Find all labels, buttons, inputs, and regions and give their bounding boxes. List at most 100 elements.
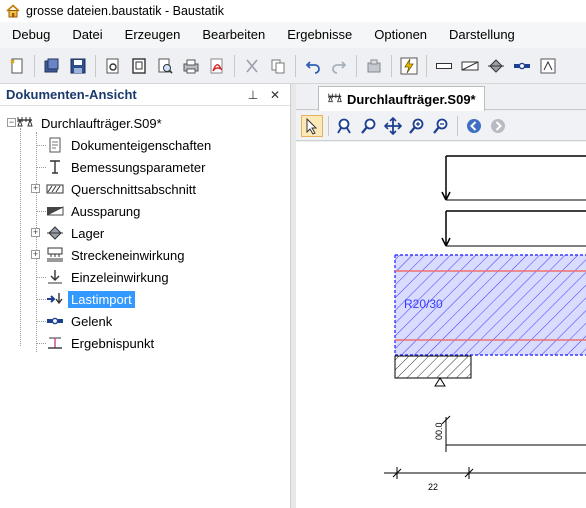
cut-icon[interactable]: [241, 55, 263, 77]
window-title: grosse dateien.baustatik - Baustatik: [26, 4, 225, 18]
distributed-load-icon: [46, 247, 64, 263]
zoom-out-icon[interactable]: [430, 115, 452, 137]
open-icon[interactable]: [41, 55, 63, 77]
tree-item-label: Dokumenteigenschaften: [71, 137, 212, 153]
tree-item-lastimport[interactable]: Lastimport: [0, 288, 290, 310]
back-icon[interactable]: [463, 115, 485, 137]
menu-bearbeiten[interactable]: Bearbeiten: [191, 22, 276, 48]
document-tree: − Durchlaufträger.S09* Dokumenteigenscha…: [0, 106, 290, 354]
calc-icon[interactable]: [363, 55, 385, 77]
toolbar-separator: [356, 54, 357, 77]
redo-icon[interactable]: [328, 55, 350, 77]
expand-icon[interactable]: +: [31, 184, 40, 193]
tree-item-label: Lastimport: [68, 290, 135, 308]
tree-item-label: Lager: [71, 225, 105, 241]
parameter-icon: [46, 159, 64, 175]
hinge-icon[interactable]: [511, 55, 533, 77]
lightning-icon[interactable]: [398, 55, 420, 77]
zoom-window-icon[interactable]: [334, 115, 356, 137]
pan-icon[interactable]: [382, 115, 404, 137]
load-block-lower: [441, 210, 586, 247]
save-icon[interactable]: [67, 55, 89, 77]
vertical-dimension-label: 00.0: [434, 422, 444, 440]
tree-item-einzeleinwirkung[interactable]: Einzeleinwirkung: [0, 266, 290, 288]
expand-icon[interactable]: +: [31, 250, 40, 259]
menu-optionen[interactable]: Optionen: [363, 22, 438, 48]
panel-header: Dokumenten-Ansicht ⊥ ✕: [0, 84, 290, 106]
print-icon[interactable]: [180, 55, 202, 77]
tab-label: Durchlaufträger.S09*: [347, 91, 476, 107]
home-app-icon: [6, 4, 20, 18]
zoom-icon[interactable]: [358, 115, 380, 137]
tree-item-label: Einzeleinwirkung: [71, 269, 169, 285]
zoom-in-icon[interactable]: [406, 115, 428, 137]
print-preview-icon[interactable]: [154, 55, 176, 77]
horizontal-dimension-label: 22: [428, 482, 438, 492]
document-toolbar: [296, 111, 586, 141]
menu-debug[interactable]: Debug: [0, 22, 61, 48]
tree-item-lager[interactable]: + Lager: [0, 222, 290, 244]
beam-system-icon: [328, 93, 342, 103]
point-load-icon: [46, 269, 64, 285]
expand-icon[interactable]: +: [31, 228, 40, 237]
load-block-upper: [441, 155, 586, 201]
tree-item-streckeneinwirkung[interactable]: + Streckeneinwirkung: [0, 244, 290, 266]
toolbar-separator: [457, 115, 458, 136]
drawing-canvas[interactable]: R20/30 00.0 22: [296, 142, 586, 508]
collapse-icon[interactable]: −: [7, 118, 16, 127]
document-view-panel: Dokumenten-Ansicht ⊥ ✕ − Durchlaufträger…: [0, 84, 291, 508]
tree-connector: [36, 299, 46, 300]
document-icon: [46, 137, 64, 153]
copy-icon[interactable]: [267, 55, 289, 77]
forward-icon[interactable]: [487, 115, 509, 137]
section-label: R20/30: [404, 297, 443, 311]
support-block: [394, 355, 472, 387]
menu-datei[interactable]: Datei: [61, 22, 113, 48]
beam-icon[interactable]: [433, 55, 455, 77]
opening-icon: [46, 203, 64, 219]
tree-connector: [36, 343, 46, 344]
pointer-icon[interactable]: [301, 114, 323, 137]
new-icon[interactable]: [6, 55, 28, 77]
preview-icon[interactable]: [102, 55, 124, 77]
beam-section: R20/30: [394, 254, 586, 356]
pin-icon[interactable]: ⊥: [246, 88, 260, 102]
section-icon[interactable]: [459, 55, 481, 77]
menu-erzeugen[interactable]: Erzeugen: [114, 22, 192, 48]
document-tabstrip: Durchlaufträger.S09*: [296, 84, 586, 111]
support-icon: [46, 225, 64, 241]
tree-connector: [36, 277, 46, 278]
structural-drawing: R20/30 00.0 22: [384, 155, 586, 492]
tree-item-bemessungsparameter[interactable]: Bemessungsparameter: [0, 156, 290, 178]
tree-root[interactable]: − Durchlaufträger.S09*: [0, 112, 290, 134]
tree-item-ergebnispunkt[interactable]: Ergebnispunkt: [0, 332, 290, 354]
undo-icon[interactable]: [302, 55, 324, 77]
result-point-icon: [46, 335, 64, 351]
support-icon[interactable]: [485, 55, 507, 77]
tree-connector: [36, 211, 46, 212]
panel-title: Dokumenten-Ansicht: [6, 87, 137, 102]
point-icon[interactable]: [537, 55, 559, 77]
tab-durchlauftraeger[interactable]: Durchlaufträger.S09*: [318, 86, 485, 111]
page-icon[interactable]: [128, 55, 150, 77]
menu-ergebnisse[interactable]: Ergebnisse: [276, 22, 363, 48]
tree-item-label: Querschnittsabschnitt: [71, 181, 197, 197]
tree-item-label: Streckeneinwirkung: [71, 247, 185, 263]
tree-connector: [36, 167, 46, 168]
title-bar: grosse dateien.baustatik - Baustatik: [0, 0, 586, 22]
tree-item-querschnittsabschnitt[interactable]: + Querschnittsabschnitt: [0, 178, 290, 200]
toolbar-separator: [95, 54, 96, 77]
toolbar-separator: [328, 115, 329, 136]
toolbar-separator: [34, 54, 35, 77]
beam-system-icon: [16, 115, 34, 131]
tree-item-label: Ergebnispunkt: [71, 335, 155, 351]
tree-item-gelenk[interactable]: Gelenk: [0, 310, 290, 332]
pdf-icon[interactable]: [206, 55, 228, 77]
close-icon[interactable]: ✕: [268, 88, 282, 102]
tree-item-dokumenteigenschaften[interactable]: Dokumenteigenschaften: [0, 134, 290, 156]
tree-item-aussparung[interactable]: Aussparung: [0, 200, 290, 222]
toolbar-separator: [391, 54, 392, 77]
menu-darstellung[interactable]: Darstellung: [438, 22, 526, 48]
horizontal-dimension: 22: [384, 467, 586, 492]
document-area: Durchlaufträger.S09* R20/30 00.0 22: [296, 84, 586, 508]
